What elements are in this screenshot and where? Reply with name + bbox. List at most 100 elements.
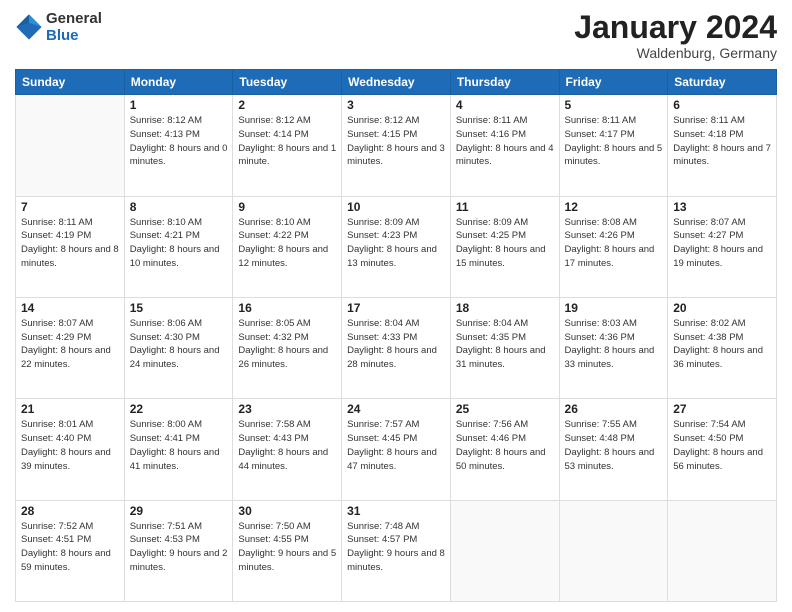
day-number: 27 [673,402,771,416]
calendar-cell: 12 Sunrise: 8:08 AMSunset: 4:26 PMDayligh… [559,196,668,297]
calendar-cell: 19Sunrise: 8:03 AMSunset: 4:36 PMDayligh… [559,297,668,398]
logo: General Blue [15,10,102,44]
day-number: 26 [565,402,663,416]
calendar-cell: 15Sunrise: 8:06 AMSunset: 4:30 PMDayligh… [124,297,233,398]
weekday-header-sunday: Sunday [16,70,125,95]
day-number: 1 [130,98,228,112]
calendar-cell: 23 Sunrise: 7:58 AMSunset: 4:43 PMDayligh… [233,399,342,500]
day-info: Sunrise: 8:12 AMSunset: 4:14 PMDaylight:… [238,114,336,169]
day-info: Sunrise: 7:51 AMSunset: 4:53 PMDaylight:… [130,520,228,575]
calendar-cell: 26 Sunrise: 7:55 AMSunset: 4:48 PMDayligh… [559,399,668,500]
day-number: 2 [238,98,336,112]
calendar-cell: 8Sunrise: 8:10 AMSunset: 4:21 PMDaylight… [124,196,233,297]
day-info: Sunrise: 7:48 AMSunset: 4:57 PMDaylight:… [347,520,445,575]
calendar-cell: 7 Sunrise: 8:11 AMSunset: 4:19 PMDaylight… [16,196,125,297]
calendar-week-row: 7 Sunrise: 8:11 AMSunset: 4:19 PMDaylight… [16,196,777,297]
calendar-cell: 6 Sunrise: 8:11 AMSunset: 4:18 PMDaylight… [668,95,777,196]
calendar-cell [559,500,668,601]
calendar-cell: 20Sunrise: 8:02 AMSunset: 4:38 PMDayligh… [668,297,777,398]
logo-text: General Blue [46,10,102,44]
day-info: Sunrise: 8:11 AMSunset: 4:19 PMDaylight:… [21,216,119,271]
location: Waldenburg, Germany [574,45,777,61]
header: General Blue January 2024 Waldenburg, Ge… [15,10,777,61]
calendar-cell: 9 Sunrise: 8:10 AMSunset: 4:22 PMDaylight… [233,196,342,297]
day-number: 4 [456,98,554,112]
day-number: 23 [238,402,336,416]
day-number: 25 [456,402,554,416]
day-info: Sunrise: 8:02 AMSunset: 4:38 PMDaylight:… [673,317,771,372]
day-info: Sunrise: 8:10 AMSunset: 4:22 PMDaylight:… [238,216,336,271]
day-number: 12 [565,200,663,214]
day-number: 19 [565,301,663,315]
day-info: Sunrise: 8:09 AMSunset: 4:23 PMDaylight:… [347,216,445,271]
calendar-week-row: 1 Sunrise: 8:12 AMSunset: 4:13 PMDaylight… [16,95,777,196]
day-info: Sunrise: 8:06 AMSunset: 4:30 PMDaylight:… [130,317,228,372]
weekday-header-tuesday: Tuesday [233,70,342,95]
calendar-cell: 13Sunrise: 8:07 AMSunset: 4:27 PMDayligh… [668,196,777,297]
weekday-header-monday: Monday [124,70,233,95]
calendar-cell: 5 Sunrise: 8:11 AMSunset: 4:17 PMDaylight… [559,95,668,196]
day-number: 24 [347,402,445,416]
day-number: 3 [347,98,445,112]
calendar-cell: 31 Sunrise: 7:48 AMSunset: 4:57 PMDayligh… [342,500,451,601]
weekday-header-thursday: Thursday [450,70,559,95]
day-number: 29 [130,504,228,518]
weekday-header-wednesday: Wednesday [342,70,451,95]
day-info: Sunrise: 7:50 AMSunset: 4:55 PMDaylight:… [238,520,336,575]
calendar-week-row: 14Sunrise: 8:07 AMSunset: 4:29 PMDayligh… [16,297,777,398]
calendar-cell: 1 Sunrise: 8:12 AMSunset: 4:13 PMDaylight… [124,95,233,196]
day-number: 5 [565,98,663,112]
day-number: 30 [238,504,336,518]
day-info: Sunrise: 8:04 AMSunset: 4:33 PMDaylight:… [347,317,445,372]
day-number: 8 [130,200,228,214]
page: General Blue January 2024 Waldenburg, Ge… [0,0,792,612]
day-number: 7 [21,200,119,214]
calendar-cell: 30 Sunrise: 7:50 AMSunset: 4:55 PMDayligh… [233,500,342,601]
day-info: Sunrise: 7:52 AMSunset: 4:51 PMDaylight:… [21,520,119,575]
day-info: Sunrise: 8:09 AMSunset: 4:25 PMDaylight:… [456,216,554,271]
day-number: 9 [238,200,336,214]
day-number: 31 [347,504,445,518]
calendar-cell: 10Sunrise: 8:09 AMSunset: 4:23 PMDayligh… [342,196,451,297]
calendar-cell: 4Sunrise: 8:11 AMSunset: 4:16 PMDaylight… [450,95,559,196]
calendar-cell: 17 Sunrise: 8:04 AMSunset: 4:33 PMDayligh… [342,297,451,398]
day-info: Sunrise: 7:58 AMSunset: 4:43 PMDaylight:… [238,418,336,473]
calendar-week-row: 28 Sunrise: 7:52 AMSunset: 4:51 PMDayligh… [16,500,777,601]
calendar-table: SundayMondayTuesdayWednesdayThursdayFrid… [15,69,777,602]
day-info: Sunrise: 8:05 AMSunset: 4:32 PMDaylight:… [238,317,336,372]
calendar-week-row: 21Sunrise: 8:01 AMSunset: 4:40 PMDayligh… [16,399,777,500]
day-info: Sunrise: 8:01 AMSunset: 4:40 PMDaylight:… [21,418,119,473]
day-info: Sunrise: 8:08 AMSunset: 4:26 PMDaylight:… [565,216,663,271]
day-number: 6 [673,98,771,112]
day-info: Sunrise: 7:54 AMSunset: 4:50 PMDaylight:… [673,418,771,473]
day-info: Sunrise: 7:57 AMSunset: 4:45 PMDaylight:… [347,418,445,473]
calendar-cell: 24 Sunrise: 7:57 AMSunset: 4:45 PMDayligh… [342,399,451,500]
day-info: Sunrise: 8:12 AMSunset: 4:15 PMDaylight:… [347,114,445,169]
day-info: Sunrise: 8:11 AMSunset: 4:17 PMDaylight:… [565,114,663,169]
calendar-cell: 11Sunrise: 8:09 AMSunset: 4:25 PMDayligh… [450,196,559,297]
day-number: 28 [21,504,119,518]
day-info: Sunrise: 7:56 AMSunset: 4:46 PMDaylight:… [456,418,554,473]
calendar-cell [668,500,777,601]
day-info: Sunrise: 8:04 AMSunset: 4:35 PMDaylight:… [456,317,554,372]
weekday-header-saturday: Saturday [668,70,777,95]
calendar-cell: 27 Sunrise: 7:54 AMSunset: 4:50 PMDayligh… [668,399,777,500]
title-block: January 2024 Waldenburg, Germany [574,10,777,61]
calendar-cell [450,500,559,601]
weekday-header-row: SundayMondayTuesdayWednesdayThursdayFrid… [16,70,777,95]
calendar-cell: 25 Sunrise: 7:56 AMSunset: 4:46 PMDayligh… [450,399,559,500]
day-number: 22 [130,402,228,416]
day-info: Sunrise: 7:55 AMSunset: 4:48 PMDaylight:… [565,418,663,473]
day-info: Sunrise: 8:11 AMSunset: 4:18 PMDaylight:… [673,114,771,169]
day-number: 17 [347,301,445,315]
calendar-cell: 16Sunrise: 8:05 AMSunset: 4:32 PMDayligh… [233,297,342,398]
day-info: Sunrise: 8:00 AMSunset: 4:41 PMDaylight:… [130,418,228,473]
day-info: Sunrise: 8:07 AMSunset: 4:29 PMDaylight:… [21,317,119,372]
calendar-cell: 2 Sunrise: 8:12 AMSunset: 4:14 PMDaylight… [233,95,342,196]
day-number: 18 [456,301,554,315]
calendar-cell: 28 Sunrise: 7:52 AMSunset: 4:51 PMDayligh… [16,500,125,601]
calendar-cell: 18 Sunrise: 8:04 AMSunset: 4:35 PMDayligh… [450,297,559,398]
calendar-cell: 3 Sunrise: 8:12 AMSunset: 4:15 PMDaylight… [342,95,451,196]
calendar-cell: 21Sunrise: 8:01 AMSunset: 4:40 PMDayligh… [16,399,125,500]
day-info: Sunrise: 8:12 AMSunset: 4:13 PMDaylight:… [130,114,228,169]
